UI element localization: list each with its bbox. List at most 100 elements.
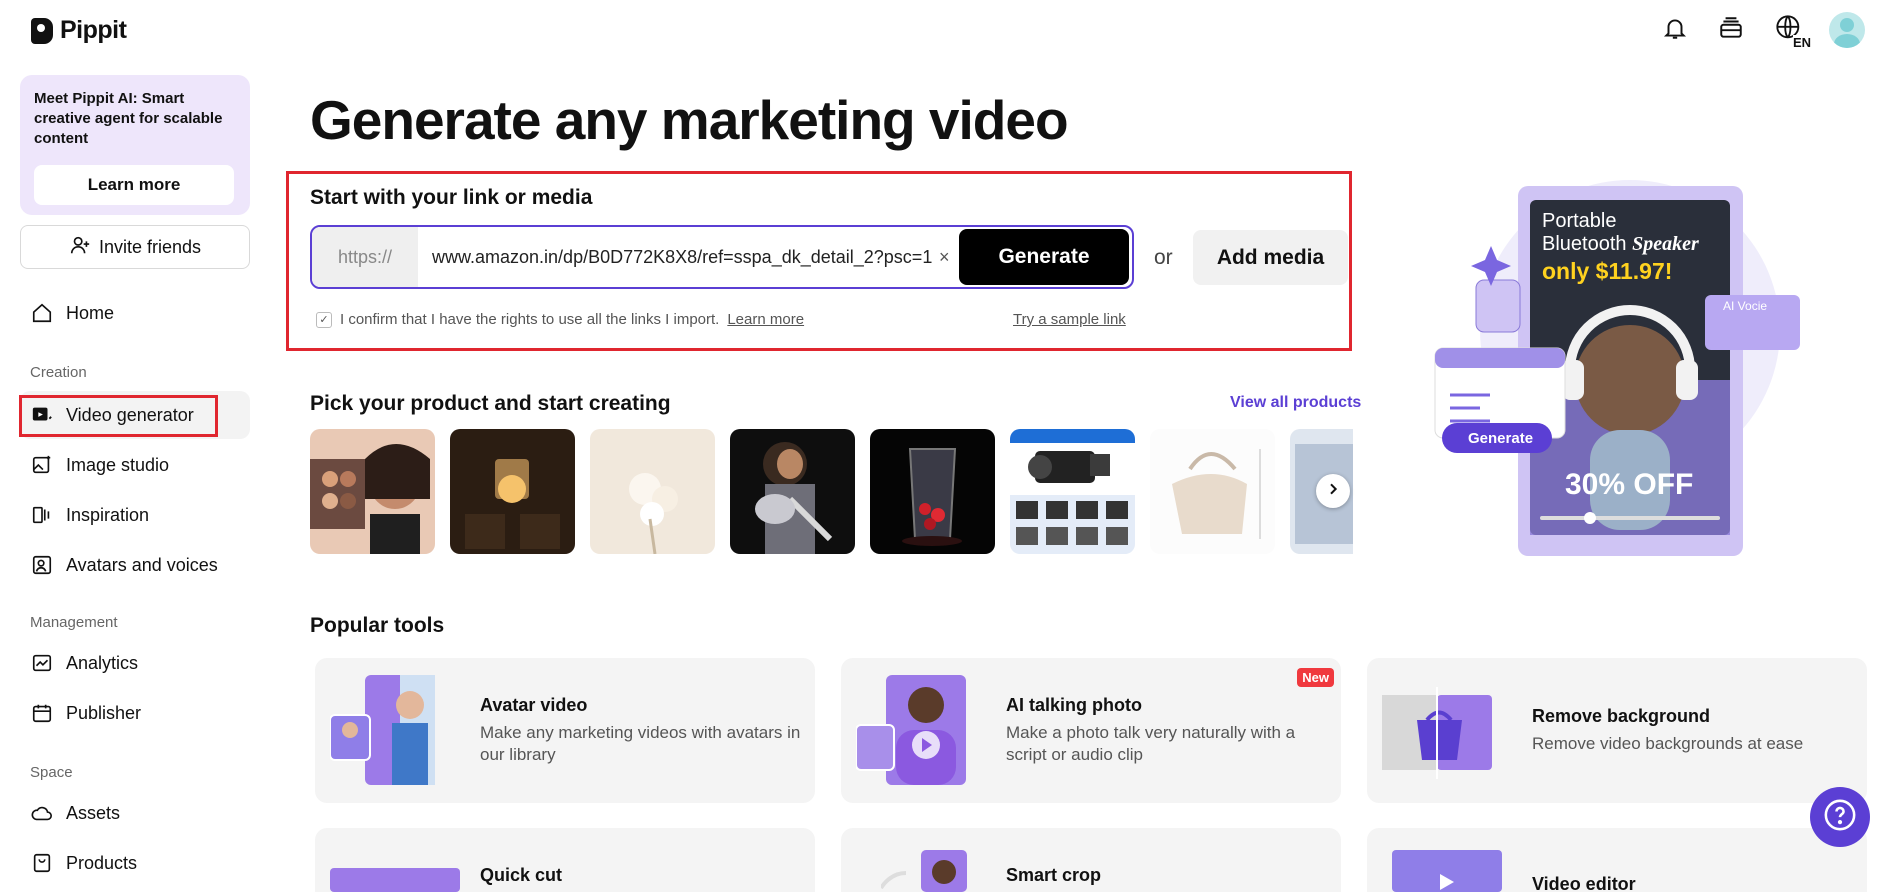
notifications-button[interactable] [1657,12,1693,48]
header-actions: EN [1657,12,1865,50]
inspiration-icon [30,503,54,527]
tool-card-smart-crop[interactable]: Smart crop [841,828,1341,892]
video-generator-highlight [19,395,218,437]
sidebar-item-label: Products [66,852,138,873]
language-button[interactable]: EN [1769,12,1811,50]
brand-name: Pippit [60,16,127,44]
hero-voice-label: AI Vocie [1723,299,1768,313]
rights-confirm-row: ✓ I confirm that I have the rights to us… [316,311,804,328]
sidebar-item-home[interactable]: Home [20,289,250,337]
inbox-icon [1718,15,1744,46]
tool-desc: Make a photo talk very naturally with a … [1006,723,1296,764]
product-candle-lamp[interactable] [450,429,575,554]
sidebar-item-avatars-voices[interactable]: Avatars and voices [20,541,250,589]
app-root: Pippit Meet Pippit AI: Smart creative ag… [0,0,1887,892]
link-section-label: Start with your link or media [310,186,593,209]
sidebar-item-label: Home [66,302,115,323]
sidebar-item-publisher[interactable]: Publisher [20,689,250,737]
url-prefix: https:// [312,227,418,287]
hero-title-line2a: Bluetooth [1542,233,1633,255]
home-icon [30,301,54,325]
section-creation: Creation [30,364,87,381]
remove-bg-thumbnail [1382,687,1492,779]
clear-icon[interactable]: × [939,247,959,268]
product-flowers[interactable] [590,429,715,554]
try-sample-link[interactable]: Try a sample link [1013,311,1126,328]
image-studio-icon [30,453,54,477]
rights-checkbox[interactable]: ✓ [316,311,332,328]
product-makeup-palette[interactable] [310,429,435,554]
tool-name: Video editor [1532,874,1636,892]
tool-desc: Make any marketing videos with avatars i… [480,723,801,764]
generate-button[interactable]: Generate [959,229,1129,285]
add-media-button[interactable]: Add media [1193,230,1348,285]
promo-text: Meet Pippit AI: Smart creative agent for… [34,90,223,147]
tool-card-video-editor[interactable]: Video editor [1367,828,1867,892]
hero-price: only $11.97! [1542,258,1673,284]
product-handbag[interactable] [1150,429,1275,554]
section-management: Management [30,614,118,631]
hero-title-line1: Portable [1542,210,1617,232]
tool-name: AI talking photo [1006,695,1142,715]
smart-crop-thumbnail [881,850,967,892]
video-editor-thumbnail [1392,850,1502,892]
promo-learn-more-button[interactable]: Learn more [34,165,234,205]
sidebar-item-assets[interactable]: Assets [20,789,250,837]
sidebar: Pippit Meet Pippit AI: Smart creative ag… [0,0,265,892]
hero-title-line2b: Speaker [1632,233,1699,255]
sidebar-item-analytics[interactable]: Analytics [20,639,250,687]
tool-card-quick-cut[interactable]: Quick cut [315,828,815,892]
sidebar-item-label: Assets [66,802,121,823]
talking-photo-thumbnail [856,675,966,785]
inbox-button[interactable] [1713,12,1749,48]
tool-name: Remove background [1532,706,1711,726]
avatar-video-thumbnail [330,675,435,785]
tool-card-ai-talking-photo[interactable]: AI talking photo Make a photo talk very … [841,658,1341,803]
quick-cut-thumbnail [330,868,460,892]
view-all-products-link[interactable]: View all products [1230,394,1361,412]
tool-card-remove-background[interactable]: Remove background Remove video backgroun… [1367,658,1867,803]
hero-illustration: Portable Bluetooth Speaker only $11.97! … [1430,180,1810,560]
section-space: Space [30,764,73,781]
invite-friends-label: Invite friends [98,236,202,257]
tool-name: Smart crop [1006,865,1102,885]
help-icon [1823,798,1857,837]
sidebar-item-label: Image studio [66,454,170,475]
carousel-next-button[interactable] [1316,474,1350,508]
product-carousel [310,429,1353,554]
page-title: Generate any marketing video [310,89,1069,151]
language-badge: EN [1792,35,1811,50]
sidebar-item-label: Analytics [66,652,139,673]
confirm-learn-more-link[interactable]: Learn more [727,311,804,328]
new-badge: New [1297,668,1334,687]
help-button[interactable] [1810,787,1870,847]
promo-card: Meet Pippit AI: Smart creative agent for… [20,75,250,215]
tool-name: Quick cut [480,865,563,885]
or-label: or [1154,246,1173,269]
hero-title-line2: Bluetooth Speaker [1542,233,1699,256]
sidebar-item-image-studio[interactable]: Image studio [20,441,250,489]
calendar-icon [30,701,54,725]
sidebar-item-products[interactable]: Products [20,839,250,887]
sidebar-item-label: Avatars and voices [66,554,218,575]
products-icon [30,851,54,875]
invite-friends-button[interactable]: Invite friends [20,225,250,269]
tool-name: Avatar video [480,695,588,715]
product-guitar[interactable] [730,429,855,554]
sidebar-item-label: Inspiration [66,504,150,525]
avatar[interactable] [1829,12,1865,48]
chevron-right-icon [1325,481,1341,502]
brand-logo[interactable]: Pippit [31,16,127,45]
cloud-icon [30,801,54,825]
product-video-camera[interactable] [1010,429,1135,554]
url-input-group: https:// www.amazon.in/dp/B0D772K8X8/ref… [310,225,1134,289]
tool-desc: Remove video backgrounds at ease [1532,734,1804,753]
avatar-voice-icon [30,553,54,577]
sidebar-item-inspiration[interactable]: Inspiration [20,491,250,539]
hero-discount: 30% OFF [1565,468,1694,501]
url-input[interactable]: www.amazon.in/dp/B0D772K8X8/ref=sspa_dk_… [418,247,939,268]
analytics-icon [30,651,54,675]
tool-card-avatar-video[interactable]: Avatar video Make any marketing videos w… [315,658,815,803]
product-vase[interactable] [870,429,995,554]
bell-icon [1662,15,1688,46]
